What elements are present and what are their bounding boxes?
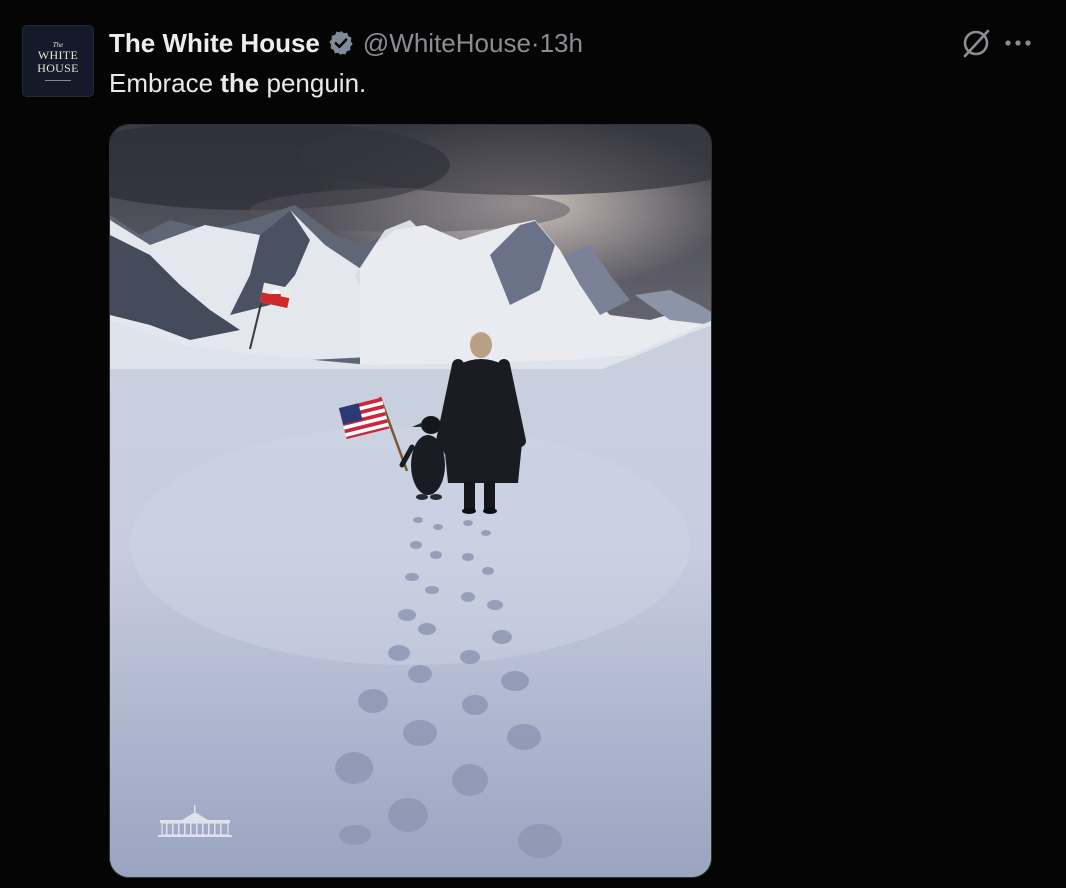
tweet-text-part: Embrace <box>109 68 221 98</box>
author-display-name[interactable]: The White House <box>109 28 320 59</box>
avatar-text-house: HOUSE <box>37 61 79 75</box>
grok-icon[interactable] <box>956 23 996 63</box>
tweet-text-bold: the <box>220 68 260 98</box>
tweet-header: The White House @WhiteHouse · 13h <box>109 25 583 61</box>
more-icon[interactable] <box>1000 25 1036 61</box>
avatar[interactable]: The WHITE HOUSE <box>22 25 94 97</box>
header-separator: · <box>530 27 540 58</box>
header-actions <box>956 25 1036 61</box>
tweet-timestamp[interactable]: 13h <box>540 28 583 59</box>
verified-badge-icon[interactable] <box>327 29 355 57</box>
tweet-text-part: penguin. <box>259 68 367 98</box>
tweet-media-image[interactable] <box>109 124 712 878</box>
author-handle[interactable]: @WhiteHouse <box>363 28 531 59</box>
tweet-text: Embrace the penguin. <box>109 66 366 100</box>
avatar-divider <box>45 80 71 81</box>
snow-scene-image <box>110 125 711 877</box>
